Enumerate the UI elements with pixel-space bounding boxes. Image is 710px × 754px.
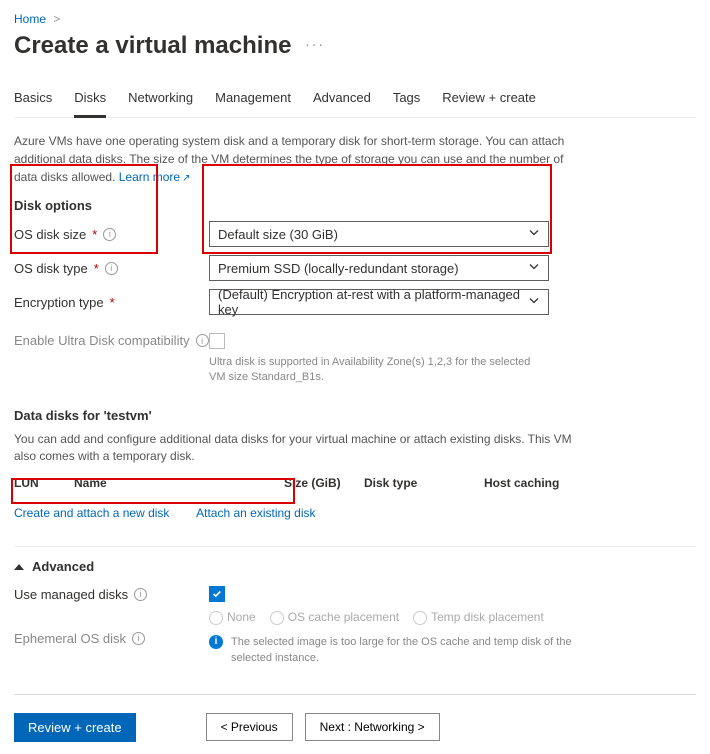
learn-more-link[interactable]: Learn more↗ [119, 170, 191, 184]
info-blue-icon: i [209, 635, 223, 649]
ephemeral-info-note: i The selected image is too large for th… [209, 635, 579, 666]
os-disk-size-label: OS disk size* i [14, 227, 209, 242]
tab-advanced[interactable]: Advanced [313, 84, 371, 117]
chevron-down-icon [528, 295, 540, 310]
chevron-up-icon [14, 564, 24, 570]
intro-text: Azure VMs have one operating system disk… [14, 132, 574, 186]
data-disks-title: Data disks for 'testvm' [14, 408, 696, 423]
encryption-type-dropdown[interactable]: (Default) Encryption at-rest with a plat… [209, 289, 549, 315]
tab-basics[interactable]: Basics [14, 84, 52, 117]
use-managed-disks-label: Use managed disks i [14, 587, 209, 602]
tabs: Basics Disks Networking Management Advan… [14, 84, 696, 118]
breadcrumb-home[interactable]: Home [14, 12, 46, 26]
previous-button[interactable]: < Previous [206, 713, 293, 741]
chevron-down-icon [528, 227, 540, 242]
info-icon[interactable]: i [196, 334, 209, 347]
tab-tags[interactable]: Tags [393, 84, 420, 117]
ephemeral-none-radio[interactable]: None [209, 610, 256, 625]
info-icon[interactable]: i [134, 588, 147, 601]
chevron-down-icon [528, 261, 540, 276]
ephemeral-os-disk-label: Ephemeral OS disk i [14, 631, 209, 646]
use-managed-disks-checkbox[interactable] [209, 586, 225, 602]
info-icon[interactable]: i [132, 632, 145, 645]
tab-networking[interactable]: Networking [128, 84, 193, 117]
advanced-toggle[interactable]: Advanced [14, 546, 696, 574]
tab-review[interactable]: Review + create [442, 84, 536, 117]
disk-options-title: Disk options [14, 198, 696, 213]
create-disk-link[interactable]: Create and attach a new disk [14, 506, 169, 520]
external-link-icon: ↗ [182, 173, 190, 184]
info-icon[interactable]: i [105, 262, 118, 275]
page-title: Create a virtual machine [14, 32, 291, 60]
next-button[interactable]: Next : Networking > [305, 713, 440, 741]
info-icon[interactable]: i [103, 228, 116, 241]
os-disk-size-dropdown[interactable]: Default size (30 GiB) [209, 221, 549, 247]
data-disks-desc: You can add and configure additional dat… [14, 431, 574, 465]
more-icon[interactable]: ··· [305, 36, 325, 52]
attach-disk-link[interactable]: Attach an existing disk [196, 506, 315, 520]
breadcrumb-sep: > [53, 12, 60, 26]
os-disk-type-label: OS disk type* i [14, 261, 209, 276]
tab-management[interactable]: Management [215, 84, 291, 117]
tab-disks[interactable]: Disks [74, 84, 106, 118]
ultra-disk-hint: Ultra disk is supported in Availability … [209, 355, 549, 386]
data-disks-table-header: LUN Name Size (GiB) Disk type Host cachi… [14, 470, 696, 496]
encryption-type-label: Encryption type* [14, 295, 209, 310]
ultra-disk-label: Enable Ultra Disk compatibility i [14, 333, 209, 348]
review-create-button[interactable]: Review + create [14, 713, 136, 742]
ephemeral-radio-group: None OS cache placement Temp disk placem… [209, 610, 696, 625]
os-disk-type-dropdown[interactable]: Premium SSD (locally-redundant storage) [209, 255, 549, 281]
ephemeral-cache-radio[interactable]: OS cache placement [270, 610, 399, 625]
ephemeral-temp-radio[interactable]: Temp disk placement [413, 610, 544, 625]
ultra-disk-checkbox[interactable] [209, 333, 225, 349]
